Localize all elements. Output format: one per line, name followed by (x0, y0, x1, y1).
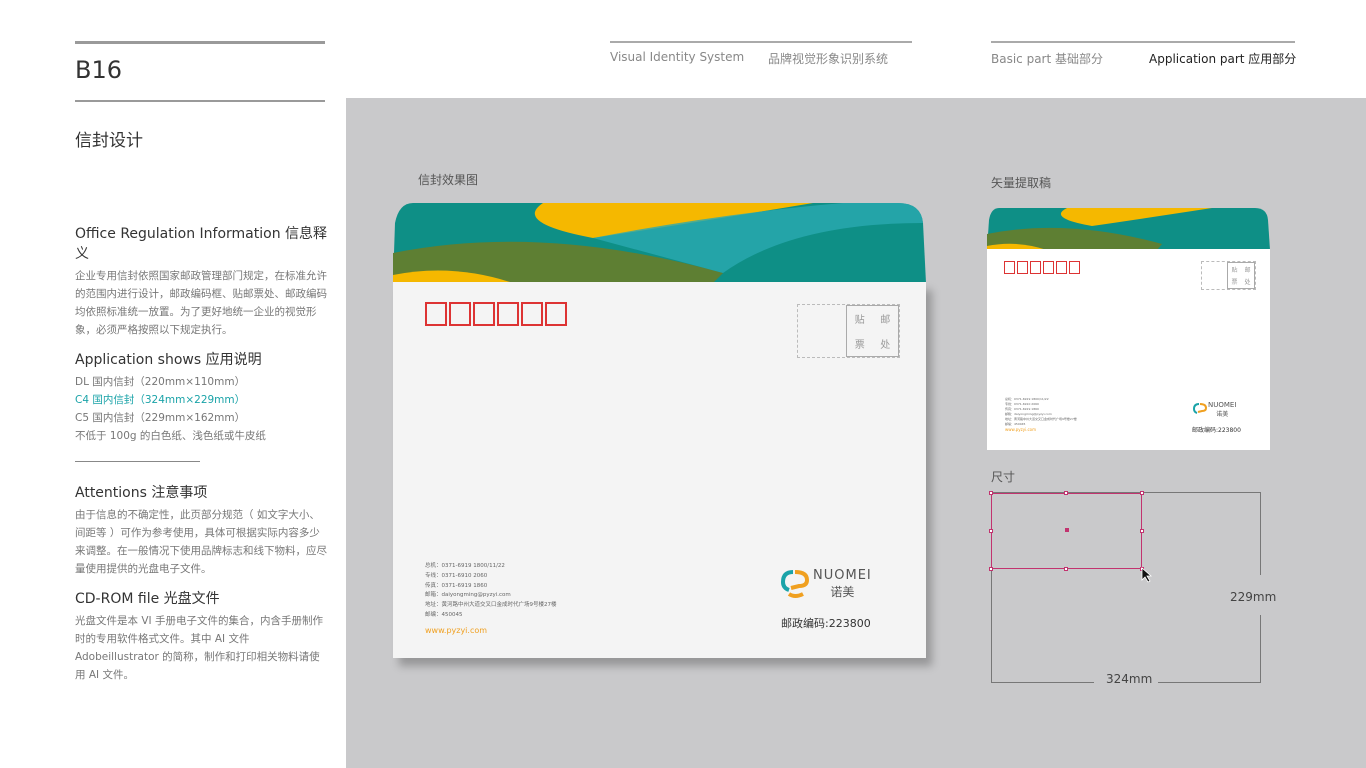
info-line: 邮箱：daiyongming@pyzyi.com (425, 592, 511, 599)
size-label: 尺寸 (991, 470, 1016, 484)
website-link: www.pyzyi.com (425, 625, 488, 635)
size-line (1158, 682, 1261, 683)
stamp-text: 贴 (854, 315, 865, 326)
stamp-text: 票 (854, 340, 865, 351)
stamp-text: 处 (880, 340, 891, 351)
section-body: 光盘文件是本 VI 手册电子文件的集合，内含手册制作时的专用软件格式文件。其中 … (75, 615, 323, 681)
size-line (991, 682, 1094, 683)
list-item: C4 国内信封（324mm×229mm） (75, 394, 246, 406)
resize-handle[interactable] (1064, 567, 1068, 571)
section-body: 企业专用信封依照国家邮政管理部门规定，在标准允许的范围内进行设计，邮政编码框、贴… (75, 270, 327, 336)
info-line: 传真：0371-6919 1860 (425, 582, 488, 589)
stamp-text: 处 (1244, 279, 1251, 287)
resize-handle[interactable] (989, 491, 993, 495)
effect-label: 信封效果图 (418, 173, 479, 187)
contact-info: 总机：0371-6919 1800/11/22 专线：0371-6910 206… (425, 562, 557, 636)
brand-logo: NUOMEI 诺美 (779, 568, 872, 600)
envelope-flap-small (987, 208, 1270, 250)
page-title: 信封设计 (75, 131, 143, 151)
resize-handle[interactable] (1064, 491, 1068, 495)
envelope-flap (393, 203, 926, 283)
stamp-text: 票 (1231, 279, 1238, 287)
brand-name-cn: 诺美 (1216, 411, 1229, 418)
cursor-icon (1141, 567, 1153, 583)
section-title: Attentions 注意事项 (75, 485, 208, 501)
width-label: 324mm (1106, 672, 1153, 686)
envelope-vector: 贴邮票处 总机：0371-6919 1800/11/22 专线：0371-691… (987, 249, 1270, 450)
section-title: Office Regulation Information 信息释义 (75, 226, 328, 262)
left-content: Office Regulation Information 信息释义 企业专用信… (75, 223, 330, 684)
vector-label: 矢量提取稿 (991, 176, 1052, 190)
brand-name-cn: 诺美 (830, 585, 855, 599)
divider (75, 461, 200, 462)
brand-name-en: NUOMEI (813, 568, 872, 583)
stamp-text: 贴 (1231, 266, 1238, 274)
center-point (1065, 528, 1069, 532)
page-code: B16 (75, 56, 123, 84)
website-link: www.pyzyi.com (1005, 427, 1037, 432)
section-body: 由于信息的不确定性，此页部分规范（ 如文字大小、间距等 ）可作为参考使用，具体可… (75, 509, 327, 575)
resize-handle[interactable] (1140, 529, 1144, 533)
section-title: CD-ROM file 光盘文件 (75, 591, 220, 607)
list-item: DL 国内信封（220mm×110mm） (75, 376, 246, 388)
stamp-area: 贴邮票处 (1201, 261, 1256, 290)
contact-info: 总机：0371-6919 1800/11/22 专线：0371-6910 206… (1005, 397, 1077, 432)
header-rule (991, 41, 1295, 43)
info-line: 地址：黄河路中州大道交叉口金成时代广场9号楼27楼 (425, 602, 557, 609)
info-line: 邮编：450045 (425, 611, 463, 618)
envelope-large: 贴 邮票 处 总机：0371-6919 1800/11/22 专线：0371-691… (393, 282, 926, 658)
stamp-text: 邮 (1244, 266, 1251, 274)
logo-icon (1192, 402, 1208, 414)
header-vis-cn: 品牌视觉形象识别系统 (768, 52, 889, 66)
section-title: Application shows 应用说明 (75, 352, 262, 368)
resize-handle[interactable] (989, 567, 993, 571)
nav-basic-part[interactable]: Basic part 基础部分 (991, 50, 1103, 67)
resize-handle[interactable] (989, 529, 993, 533)
list-item: C5 国内信封（229mm×162mm） (75, 412, 246, 424)
nav-application-part[interactable]: Application part 应用部分 (1149, 50, 1296, 67)
postcode-text: 邮政编码:223800 (781, 617, 871, 630)
postcode-boxes (425, 302, 567, 326)
list-item: 不低于 100g 的白色纸、浅色纸或牛皮纸 (75, 430, 266, 442)
top-rule (75, 41, 325, 44)
info-line: 总机：0371-6919 1800/11/22 (425, 563, 505, 569)
postcode-text: 邮政编码:223800 (1192, 427, 1241, 434)
header-rule (610, 41, 912, 43)
postcode-boxes (1004, 261, 1080, 274)
brand-logo: NUOMEI 诺美 (1192, 401, 1236, 418)
header-vis-en: Visual Identity System (610, 50, 745, 64)
resize-handle[interactable] (1140, 491, 1144, 495)
info-line: 专线：0371-6910 2060 (425, 572, 488, 579)
stamp-text: 邮 (880, 315, 891, 326)
height-label: 229mm (1230, 590, 1277, 604)
stamp-area: 贴 邮票 处 (797, 304, 900, 358)
brand-name-en: NUOMEI (1208, 401, 1237, 409)
logo-icon (780, 570, 810, 598)
divider (75, 100, 325, 102)
